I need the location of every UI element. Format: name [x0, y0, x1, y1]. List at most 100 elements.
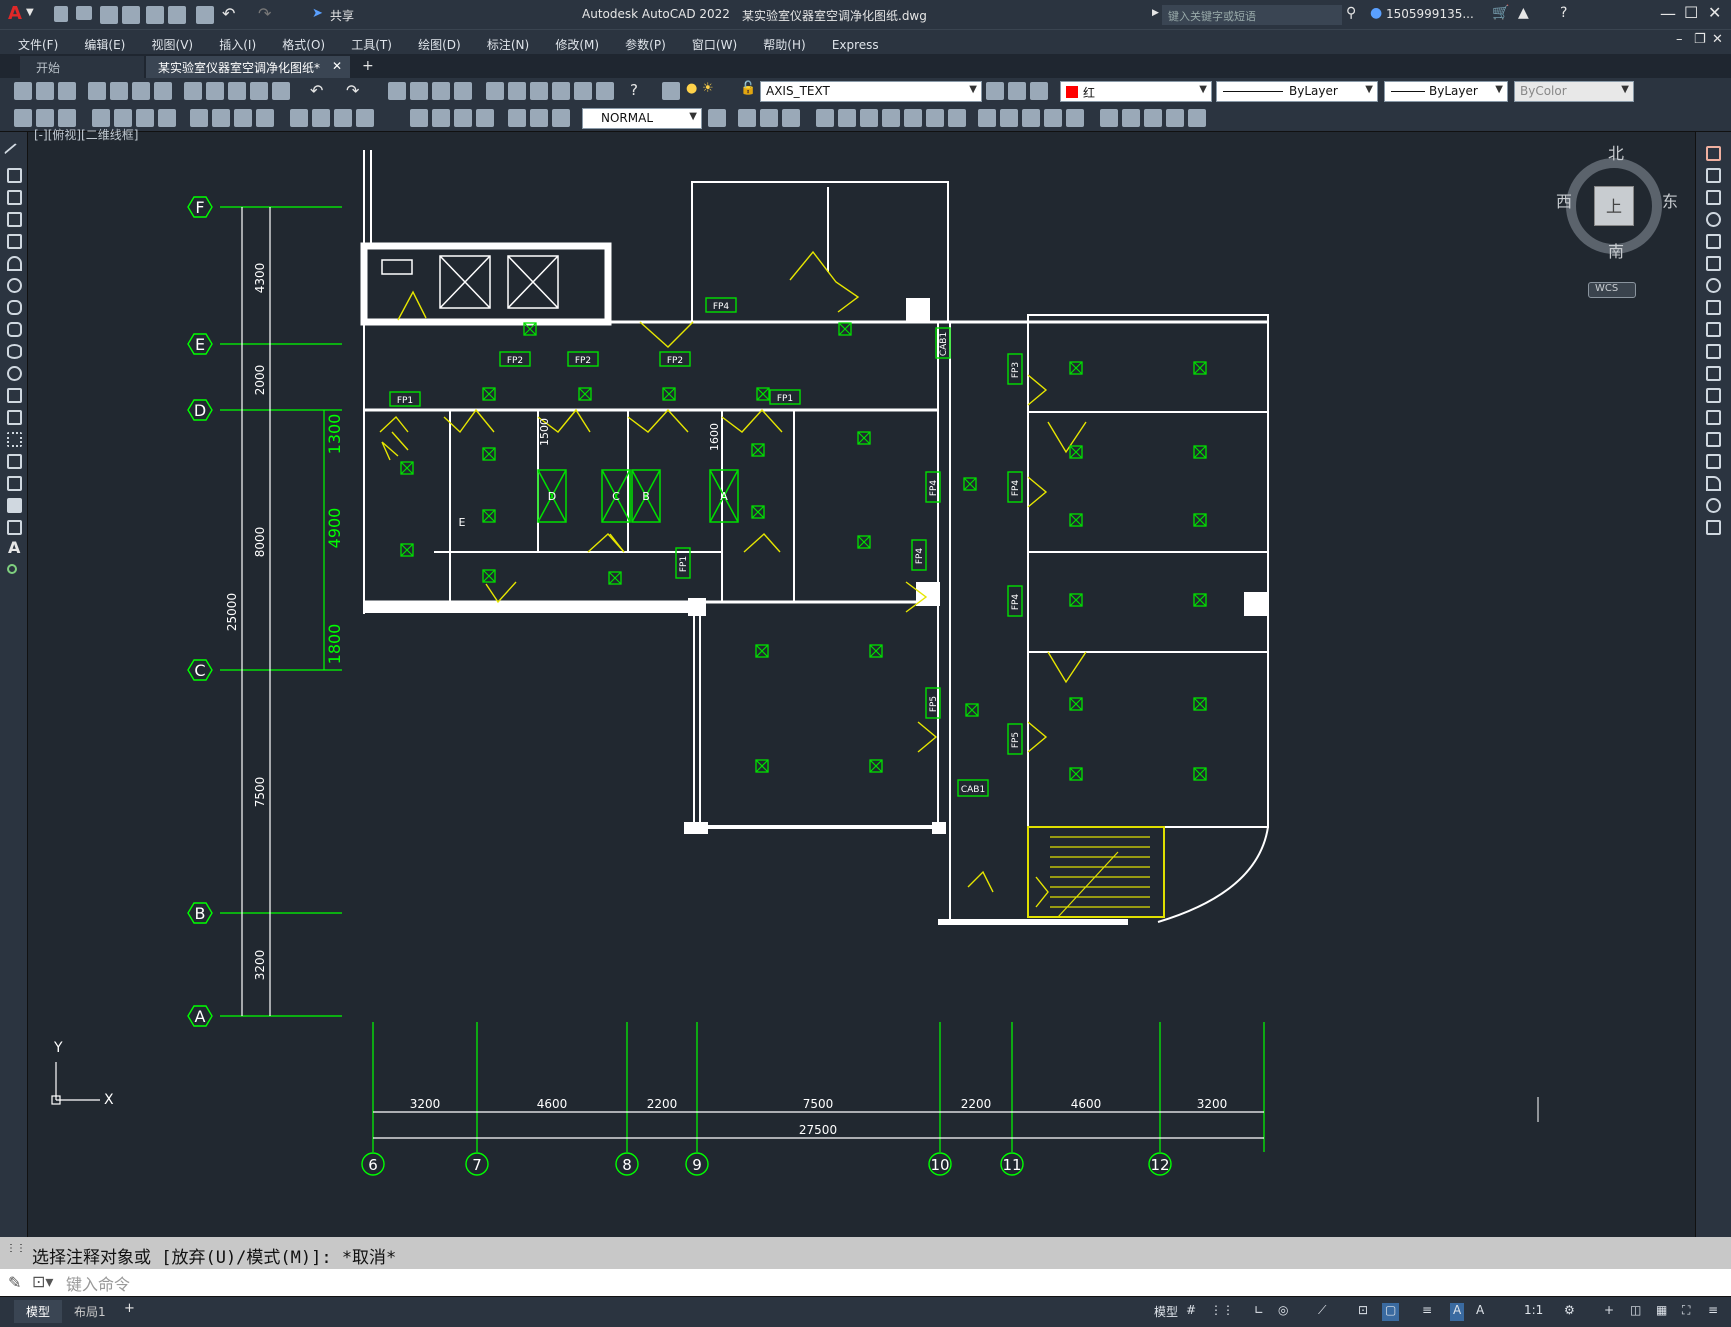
dim-baseline-icon[interactable]	[312, 109, 330, 127]
3dprint-icon[interactable]	[154, 82, 172, 100]
recent-commands-icon[interactable]: ⊡▾	[32, 1272, 53, 1291]
fillet-icon[interactable]	[1044, 109, 1062, 127]
menu-express[interactable]: Express	[832, 38, 879, 52]
tolerance-icon[interactable]	[410, 109, 428, 127]
minimize-icon[interactable]: —	[1660, 4, 1676, 23]
save-icon[interactable]	[100, 6, 118, 24]
bring-front-icon[interactable]	[1122, 109, 1140, 127]
dim-jogged-icon[interactable]	[212, 109, 230, 127]
menu-help[interactable]: 帮助(H)	[763, 36, 805, 53]
menu-dimension[interactable]: 标注(N)	[487, 36, 529, 53]
scale-icon[interactable]	[882, 109, 900, 127]
autocad-logo[interactable]: A	[8, 3, 22, 24]
doc-close-icon[interactable]: ✕	[1712, 32, 1723, 47]
dim-linear-icon[interactable]	[92, 109, 110, 127]
xline-icon[interactable]	[7, 168, 22, 183]
otrack-icon[interactable]: ▢	[1382, 1303, 1400, 1321]
dim-update-icon[interactable]	[552, 109, 570, 127]
publish-icon[interactable]	[132, 82, 150, 100]
array-icon[interactable]	[1706, 234, 1721, 249]
linetype-select[interactable]: ByLayer ▼	[1216, 81, 1378, 102]
add-layout-icon[interactable]: +	[124, 1301, 135, 1316]
menu-modify[interactable]: 修改(M)	[555, 36, 599, 53]
offset-icon[interactable]	[1706, 212, 1721, 227]
user-name[interactable]: 1505999135...	[1386, 7, 1474, 21]
help-icon[interactable]: ?	[1560, 5, 1567, 21]
open-web-icon[interactable]	[146, 6, 164, 24]
rotate-icon[interactable]	[1706, 278, 1721, 293]
menu-edit[interactable]: 编辑(E)	[84, 36, 125, 53]
chamfer-icon[interactable]	[1022, 109, 1040, 127]
extend-icon[interactable]	[1706, 366, 1721, 381]
add-icon[interactable]: +	[1604, 1303, 1614, 1321]
customization-icon[interactable]: ≡	[1708, 1303, 1718, 1321]
break-icon[interactable]	[978, 109, 996, 127]
drawing-canvas[interactable]: [-][俯视][二维线框] 上 北 南 西 东 WCS 4300 2000 80…	[28, 128, 1695, 1237]
move-icon[interactable]	[1706, 256, 1721, 271]
search-icon[interactable]: ⚲	[1346, 5, 1356, 21]
table-icon[interactable]	[7, 520, 22, 535]
copy-icon[interactable]	[206, 82, 224, 100]
doc-minimize-icon[interactable]: –	[1676, 32, 1683, 47]
ellipse-icon[interactable]	[7, 344, 22, 359]
ortho-icon[interactable]: ∟	[1254, 1303, 1264, 1321]
layer-lock-icon[interactable]: 🔓	[740, 81, 756, 96]
tab-drawing[interactable]: 某实验室仪器室空调净化图纸* ✕	[146, 56, 350, 78]
maximize-icon[interactable]: ☐	[1684, 3, 1698, 22]
scale-icon[interactable]	[1706, 300, 1721, 315]
layer-previous-icon[interactable]	[1008, 82, 1026, 100]
save-icon[interactable]	[58, 82, 76, 100]
join-icon[interactable]	[1000, 109, 1018, 127]
circle-icon[interactable]	[7, 278, 22, 293]
make-block-icon[interactable]	[7, 410, 22, 425]
explode-icon[interactable]	[1706, 520, 1721, 535]
polygon-icon[interactable]	[7, 212, 22, 227]
annotation-scale[interactable]: 1:1	[1524, 1303, 1543, 1321]
polar-icon[interactable]: ◎	[1278, 1303, 1288, 1321]
model-space-button[interactable]: 模型	[1154, 1303, 1178, 1321]
quick-dim-icon[interactable]	[290, 109, 308, 127]
share-icon[interactable]: ➤	[312, 6, 323, 21]
chamfer-icon[interactable]	[1706, 454, 1721, 469]
copy-icon[interactable]	[1706, 168, 1721, 183]
line-icon[interactable]	[3, 142, 26, 165]
jogged-linear-icon[interactable]	[476, 109, 494, 127]
grid-icon[interactable]: #	[1186, 1303, 1196, 1321]
clean-screen-icon[interactable]: ⛶	[1682, 1303, 1690, 1321]
draworder-icon[interactable]	[1100, 109, 1118, 127]
point-icon[interactable]	[7, 432, 22, 447]
revcloud-icon[interactable]	[7, 300, 22, 315]
layer-states-icon[interactable]	[1030, 82, 1048, 100]
stretch-icon[interactable]	[904, 109, 922, 127]
dim-edit-icon[interactable]	[508, 109, 526, 127]
fillet-icon[interactable]	[1706, 476, 1721, 491]
menu-draw[interactable]: 绘图(D)	[418, 36, 461, 53]
autoscale-icon[interactable]: A	[1476, 1303, 1484, 1321]
dim-aligned-icon[interactable]	[114, 109, 132, 127]
rotate-icon[interactable]	[860, 109, 878, 127]
rectangle-icon[interactable]	[7, 234, 22, 249]
user-icon[interactable]: ●	[1370, 5, 1382, 21]
doc-restore-icon[interactable]: ❐	[1694, 32, 1706, 47]
mirror-icon[interactable]	[760, 109, 778, 127]
new-tab-icon[interactable]: +	[362, 58, 374, 74]
sheetset-icon[interactable]	[552, 82, 570, 100]
center-mark-icon[interactable]	[432, 109, 450, 127]
search-chevron-icon[interactable]: ▶	[1152, 8, 1159, 18]
text-front-icon[interactable]	[1166, 109, 1184, 127]
trim-icon[interactable]	[926, 109, 944, 127]
zoom-window-icon[interactable]	[432, 82, 450, 100]
mirror-icon[interactable]	[1706, 190, 1721, 205]
erase-icon[interactable]	[1706, 146, 1721, 161]
break-icon[interactable]	[1706, 410, 1721, 425]
hardware-accel-icon[interactable]: ▦	[1656, 1303, 1667, 1321]
app-menu-chevron-icon[interactable]: ▼	[26, 7, 34, 18]
matchprop-icon[interactable]	[250, 82, 268, 100]
menu-file[interactable]: 文件(F)	[18, 36, 58, 53]
undo-icon[interactable]: ↶	[310, 81, 323, 100]
zoom-realtime-icon[interactable]	[410, 82, 428, 100]
saveas-icon[interactable]	[122, 6, 140, 24]
insert-block-icon[interactable]	[7, 388, 22, 403]
layer-thaw-icon[interactable]: ☀	[702, 81, 714, 96]
toolpalettes-icon[interactable]	[530, 82, 548, 100]
